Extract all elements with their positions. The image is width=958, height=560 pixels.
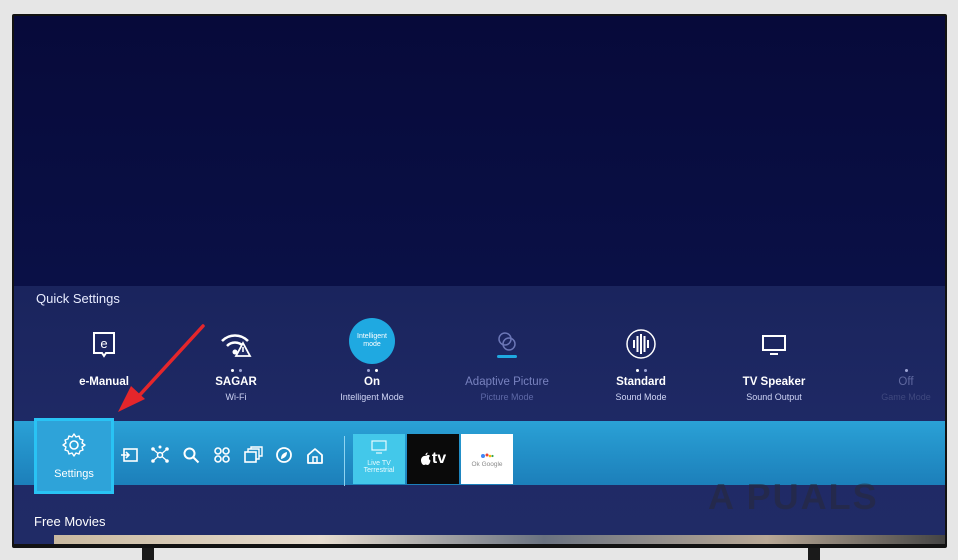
live-tv-label: Live TV (367, 460, 391, 467)
connected-devices-icon[interactable] (149, 445, 171, 465)
quick-setting-intelligent-mode[interactable]: Intelligent mode On Intelligent Mode (312, 318, 432, 402)
multi-view-icon[interactable] (242, 445, 264, 465)
quick-setting-e-manual[interactable]: e e-Manual (44, 324, 164, 392)
launcher-divider (344, 436, 345, 486)
ok-google-label: Ok Google (471, 460, 503, 468)
quick-setting-value: Standard (616, 376, 666, 388)
quick-setting-value: On (364, 376, 380, 388)
quick-setting-sound-output[interactable]: TV Speaker Sound Output (714, 324, 834, 402)
source-icon[interactable] (118, 445, 140, 465)
launcher-icons (118, 445, 326, 465)
free-movies-thumbnails[interactable] (54, 535, 945, 544)
svg-text:e: e (100, 336, 107, 351)
sound-mode-icon (581, 324, 701, 364)
quick-setting-label: Wi-Fi (225, 392, 247, 402)
quick-setting-sound-mode[interactable]: Standard Sound Mode (581, 324, 701, 402)
settings-button[interactable]: Settings (34, 418, 114, 494)
game-mode-icon (846, 324, 945, 364)
tv-screen: Quick Settings e e-Manual SAGAR Wi-Fi In… (14, 16, 945, 544)
adaptive-picture-icon (447, 324, 567, 364)
tv-frame: Quick Settings e e-Manual SAGAR Wi-Fi In… (12, 14, 947, 548)
live-tv-sublabel: Terrestrial (363, 467, 395, 474)
search-icon[interactable] (180, 445, 202, 465)
intelligent-mode-icon: Intelligent mode (349, 318, 395, 364)
quick-setting-label: Game Mode (881, 392, 931, 402)
quick-setting-label: Sound Mode (615, 392, 667, 402)
google-assistant-app[interactable]: Ok Google (461, 434, 513, 484)
tv-speaker-icon (714, 324, 834, 364)
free-movies-title: Free Movies (34, 514, 106, 529)
quick-setting-picture-mode[interactable]: Adaptive Picture Picture Mode (447, 324, 567, 402)
apple-tv-app[interactable]: tv (407, 434, 459, 484)
e-manual-icon: e (44, 324, 164, 364)
apps-icon[interactable] (211, 445, 233, 465)
quick-setting-label: Intelligent Mode (340, 392, 404, 402)
quick-setting-value: SAGAR (215, 376, 257, 388)
watermark-logo: A PUALS (708, 476, 879, 517)
quick-setting-game-mode[interactable]: Off Game Mode (846, 324, 945, 402)
quick-setting-value: Off (898, 376, 914, 388)
quick-setting-wifi[interactable]: SAGAR Wi-Fi (176, 324, 296, 402)
quick-setting-value: TV Speaker (742, 376, 806, 388)
quick-setting-value: Adaptive Picture (465, 376, 549, 388)
google-assistant-icon (481, 453, 494, 458)
live-tv-app[interactable]: Live TV Terrestrial (353, 434, 405, 484)
apple-logo-icon (420, 452, 431, 465)
home-icon[interactable] (304, 445, 326, 465)
quick-setting-label: Picture Mode (480, 392, 534, 402)
quick-setting-value: e-Manual (79, 376, 129, 388)
apple-tv-label: tv (431, 450, 447, 467)
quick-settings-title: Quick Settings (36, 291, 120, 306)
ambient-icon[interactable] (273, 445, 295, 465)
gear-icon (62, 433, 86, 457)
quick-setting-label: Sound Output (746, 392, 802, 402)
tv-icon (371, 440, 387, 454)
wifi-warning-icon (176, 324, 296, 364)
tv-stand-left (142, 548, 154, 560)
tv-stand-right (808, 548, 820, 560)
settings-label: Settings (54, 468, 94, 480)
